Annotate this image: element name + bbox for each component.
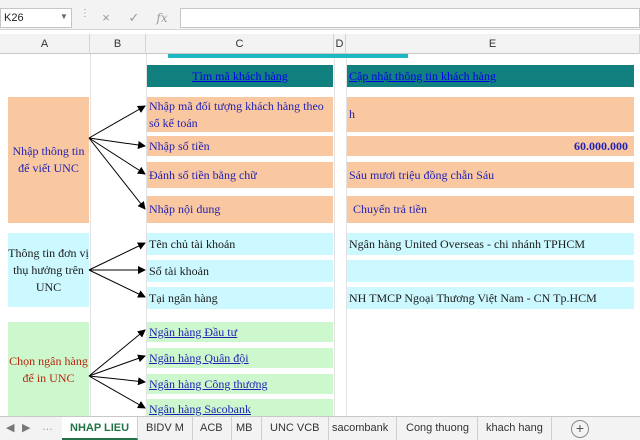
input-value-content[interactable]: Chuyển trả tiền [347,196,634,223]
arrow-line [88,269,146,298]
column-header-c[interactable]: C [146,34,334,54]
chevron-down-icon[interactable]: ▼ [60,12,68,21]
arrow-line [88,329,146,377]
group-label-beneficiary: Thông tin đơn vị thụ hưởng trên UNC [8,233,89,307]
sheet-tab-nhap-lieu[interactable]: NHAP LIEU [62,417,139,440]
input-value-customer-code[interactable]: h [347,97,634,132]
scroll-tabs-right-icon[interactable]: ▶ [22,421,30,434]
gridline [334,54,335,416]
bank-link-text[interactable]: Ngân hàng Công thương [149,377,268,392]
arrow-line [88,137,146,210]
sheet-tab-mb[interactable]: MB [228,417,262,440]
cancel-icon[interactable]: × [96,9,116,27]
input-value-amount[interactable]: 60.000.000 [347,136,634,156]
scroll-tabs-left-icon[interactable]: ◀ [6,421,14,434]
find-customer-link[interactable]: Tìm mã khách hàng [192,69,288,84]
bank-link-text[interactable]: Ngân hàng Đầu tư [149,325,237,340]
beneficiary-value-account-name[interactable]: Ngân hàng United Overseas - chi nhánh TP… [347,233,634,255]
arrow-line [88,375,146,409]
sheet-tab-unc-vcb[interactable]: UNC VCB [262,417,329,440]
beneficiary-label-account-number: Số tài khoản [147,260,333,282]
bank-link-mb[interactable]: Ngân hàng Quân đội [147,348,333,368]
column-header-e[interactable]: E [346,34,640,54]
bank-link-bidv[interactable]: Ngân hàng Đầu tư [147,322,333,342]
function-icon[interactable]: fx [152,9,172,27]
beneficiary-value-bank[interactable]: NH TMCP Ngoại Thương Việt Nam - CN Tp.HC… [347,287,634,309]
beneficiary-label-bank: Tại ngân hàng [147,287,333,309]
input-label-amount: Nhập số tiền [147,136,333,156]
input-label-content: Nhập nội dung [147,196,333,223]
sheet-tab-khach-hang[interactable]: khach hang [478,417,552,440]
column-header-b[interactable]: B [90,34,146,54]
column-header-a[interactable]: A [0,34,90,54]
gridline [90,54,91,416]
more-tabs-icon[interactable]: … [42,421,53,433]
input-value-amount-words[interactable]: Sáu mươi triệu đồng chẵn Sáu [347,162,634,188]
group-label-input: Nhập thông tin để viết UNC [8,97,89,223]
bank-link-vietinbank[interactable]: Ngân hàng Công thương [147,374,333,394]
bank-link-sacombank[interactable]: Ngân hàng Sacobank [147,399,333,416]
input-label-customer-code: Nhập mã đối tượng khách hàng theo sổ kế … [147,97,333,132]
arrow-line [88,354,146,377]
beneficiary-label-account-name: Tên chủ tài khoản [147,233,333,255]
find-customer-button[interactable]: Tìm mã khách hàng [147,65,333,87]
sheet-tab-bar: ◀ ▶ … NHAP LIEU BIDV M ACB MB UNC VCB sa… [0,416,640,440]
sheet-tab-acb[interactable]: ACB [192,417,232,440]
sheet-grid[interactable]: Tìm mã khách hàng Cập nhật thông tin khá… [0,54,640,416]
arrow-line [88,137,146,175]
arrow-line [88,137,146,149]
sheet-tab-sacombank[interactable]: sacombank [324,417,398,440]
add-sheet-button[interactable]: + [571,420,589,438]
shape-bar[interactable] [168,54,408,58]
arrow-line [88,105,146,139]
update-customer-button[interactable]: Cập nhật thông tin khách hàng [347,65,634,87]
input-label-amount-words: Đánh số tiền bằng chữ [147,162,333,188]
update-customer-link[interactable]: Cập nhật thông tin khách hàng [349,69,496,84]
formula-input[interactable] [180,8,640,28]
sheet-tab-bidv-m[interactable]: BIDV M [138,417,193,440]
column-header-row: A B C D E [0,34,640,54]
arrow-line [88,375,146,386]
column-header-d[interactable]: D [334,34,346,54]
arrow-line [88,242,146,271]
formula-bar: K26 ▼ ⋮ × ✓ fx [0,0,640,30]
enter-icon[interactable]: ✓ [124,9,144,27]
bank-link-text[interactable]: Ngân hàng Quân đội [149,351,249,366]
grip-icon[interactable]: ⋮ [80,9,90,25]
sheet-tab-cong-thuong[interactable]: Cong thuong [398,417,478,440]
bank-link-text[interactable]: Ngân hàng Sacobank [149,402,251,417]
beneficiary-value-account-number[interactable] [347,260,634,282]
group-label-bank-select: Chọn ngân hàng để in UNC [8,322,89,416]
